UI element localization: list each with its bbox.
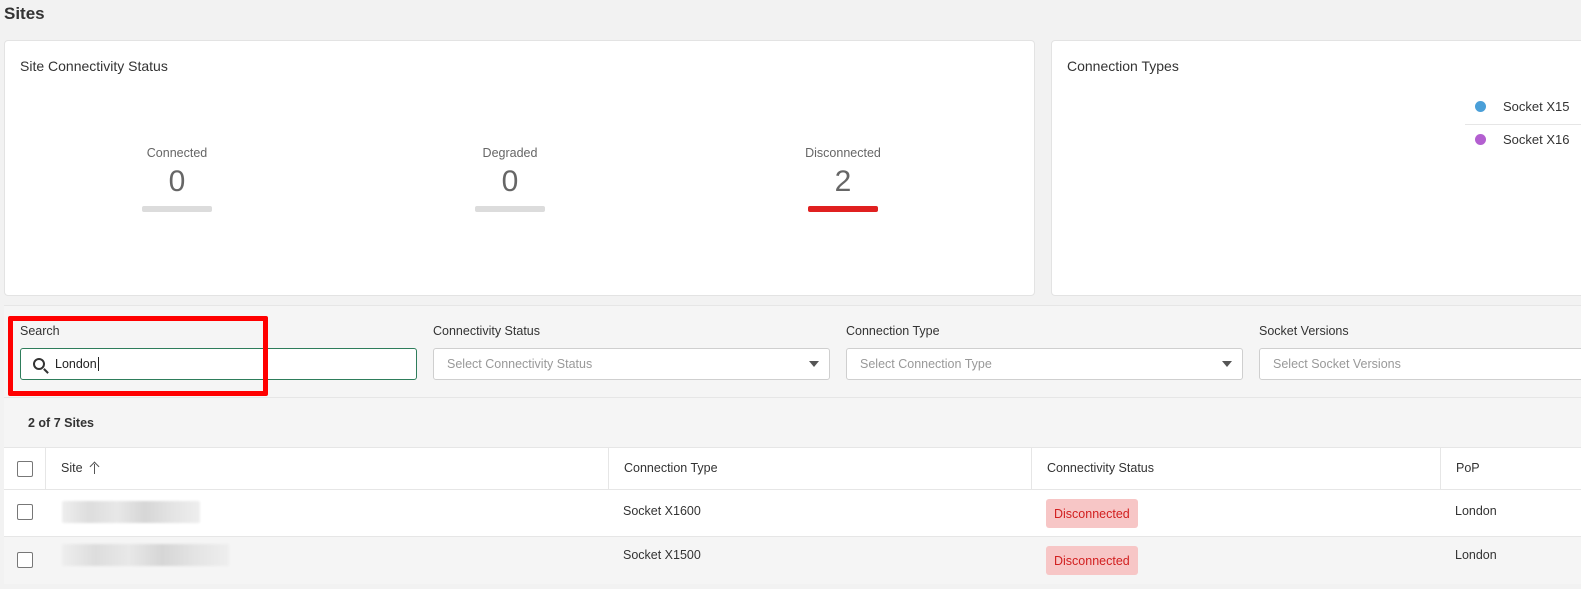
stat-value: 2 [834, 165, 852, 198]
stat-label: Disconnected [805, 146, 881, 160]
sort-ascending-icon[interactable] [90, 462, 100, 474]
text-caret [97, 357, 99, 371]
chevron-down-icon [809, 361, 819, 367]
stat-connected[interactable]: Connected 0 [117, 146, 237, 212]
socket-versions-placeholder: Select Socket Versions [1273, 357, 1401, 371]
connectivity-card-title: Site Connectivity Status [20, 58, 168, 74]
row-checkbox[interactable] [17, 552, 33, 568]
connection-types-title: Connection Types [1067, 58, 1179, 74]
column-header-label: Connectivity Status [1047, 461, 1154, 475]
legend-divider [1465, 124, 1581, 125]
stat-disconnected[interactable]: Disconnected 2 [783, 146, 903, 212]
connectivity-status-cell: Disconnected [1031, 490, 1440, 536]
results-count-bar: 2 of 7 Sites [4, 397, 1581, 447]
legend-dot-icon [1475, 134, 1486, 145]
legend-label: Socket X16 [1503, 132, 1570, 147]
pop-cell: London [1440, 490, 1581, 536]
filters-bar: Search London Connectivity Status Select… [4, 305, 1581, 397]
connectivity-status-card: Site Connectivity Status Connected 0 Deg… [4, 40, 1035, 296]
table-header-row: Site Connection Type Connectivity Status… [4, 447, 1581, 489]
connection-type-value: Socket X1600 [623, 504, 701, 518]
stat-degraded[interactable]: Degraded 0 [450, 146, 570, 212]
connection-types-card: Connection Types Socket X15 Socket X16 [1051, 40, 1581, 296]
search-icon [33, 358, 45, 370]
chevron-down-icon [1222, 361, 1232, 367]
connectivity-status-select[interactable]: Select Connectivity Status [433, 348, 830, 380]
status-badge: Disconnected [1046, 546, 1138, 575]
column-header-connection-type[interactable]: Connection Type [608, 448, 1031, 489]
stat-value: 0 [168, 165, 186, 198]
column-header-label: Connection Type [624, 461, 718, 475]
pop-value: London [1455, 548, 1497, 562]
site-cell[interactable] [45, 490, 608, 536]
search-input[interactable]: London [20, 348, 417, 380]
connectivity-status-label: Connectivity Status [433, 324, 540, 338]
status-badge: Disconnected [1046, 499, 1138, 528]
header-checkbox-cell [4, 448, 45, 489]
page-title: Sites [4, 4, 45, 23]
legend-label: Socket X15 [1503, 99, 1570, 114]
stat-label: Connected [146, 146, 208, 160]
row-checkbox[interactable] [17, 504, 33, 520]
connection-type-select[interactable]: Select Connection Type [846, 348, 1243, 380]
socket-versions-select[interactable]: Select Socket Versions [1259, 348, 1581, 380]
stat-value: 0 [501, 165, 519, 198]
row-checkbox-cell [4, 537, 45, 584]
connection-type-cell: Socket X1600 [608, 490, 1031, 536]
select-all-checkbox[interactable] [17, 461, 33, 477]
table-row[interactable]: Socket X1600 Disconnected London [4, 489, 1581, 536]
results-count: 2 of 7 Sites [28, 416, 94, 430]
table-row[interactable]: Socket X1500 Disconnected London [4, 536, 1581, 584]
connection-type-placeholder: Select Connection Type [860, 357, 992, 371]
sites-table: Site Connection Type Connectivity Status… [4, 447, 1581, 584]
column-header-label: PoP [1456, 461, 1480, 475]
column-header-pop[interactable]: PoP [1440, 448, 1581, 489]
column-header-site[interactable]: Site [45, 448, 608, 489]
row-checkbox-cell [4, 490, 45, 536]
legend-item-socket-x16[interactable]: Socket X16 [1465, 132, 1570, 147]
column-header-label: Site [61, 461, 83, 475]
search-value: London [55, 357, 97, 371]
legend-dot-icon [1475, 101, 1486, 112]
connection-type-cell: Socket X1500 [608, 537, 1031, 584]
stat-bar [142, 206, 212, 212]
stat-bar [475, 206, 545, 212]
column-header-connectivity-status[interactable]: Connectivity Status [1031, 448, 1440, 489]
redacted-site-name [62, 544, 229, 566]
connectivity-status-cell: Disconnected [1031, 537, 1440, 584]
stat-label: Degraded [482, 146, 538, 160]
site-cell[interactable] [45, 537, 608, 584]
redacted-site-name [62, 501, 200, 523]
connection-type-label: Connection Type [846, 324, 940, 338]
pop-cell: London [1440, 537, 1581, 584]
pop-value: London [1455, 504, 1497, 518]
socket-versions-label: Socket Versions [1259, 324, 1349, 338]
connectivity-status-placeholder: Select Connectivity Status [447, 357, 593, 371]
legend-item-socket-x15[interactable]: Socket X15 [1465, 99, 1570, 114]
search-label: Search [20, 324, 60, 338]
stat-bar [808, 206, 878, 212]
connection-type-value: Socket X1500 [623, 548, 701, 562]
